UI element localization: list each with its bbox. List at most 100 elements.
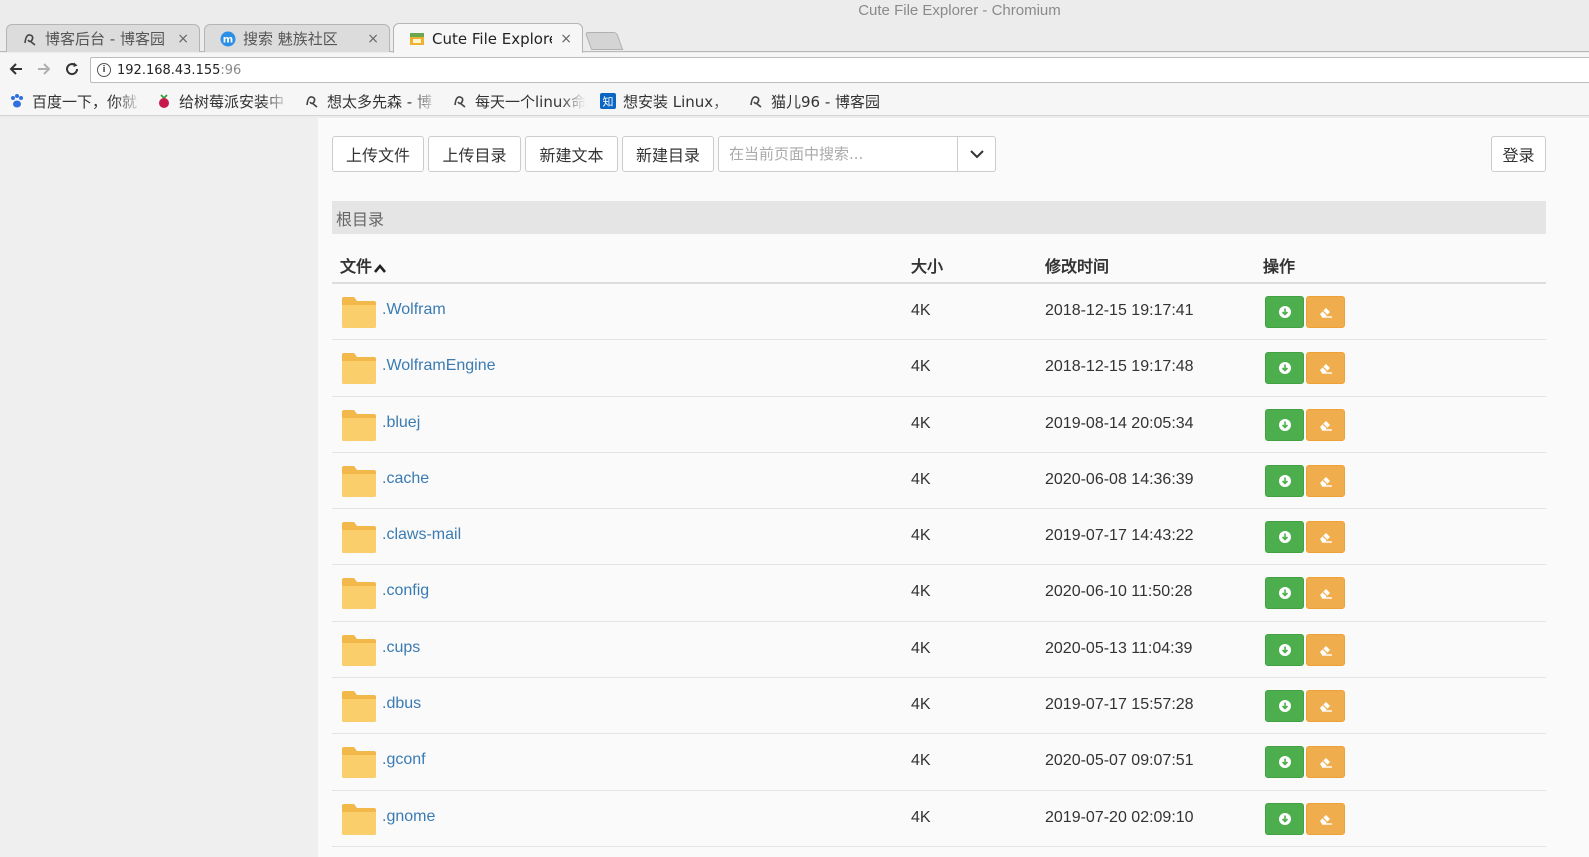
file-modified-time: 2019-08-14 20:05:34 [1045,414,1194,432]
table-row: .gnome 4K 2019-07-20 02:09:10 [332,791,1546,847]
file-size: 4K [911,583,931,601]
download-button[interactable] [1265,802,1304,835]
table-row: .Wolfram 4K 2018-12-15 19:17:41 [332,284,1546,341]
bookmark-label: 百度一下，你就 [32,92,138,111]
eraser-icon [1319,814,1332,825]
download-icon [1278,306,1291,318]
forward-button[interactable] [32,57,56,81]
new-tab-button[interactable] [584,32,624,50]
file-name-link[interactable]: .cups [382,639,420,657]
table-row: .dbus 4K 2019-07-17 15:57:28 [332,678,1546,735]
bookmark-cnblogs-2[interactable]: 每天一个linux命 [451,90,586,112]
file-size: 4K [911,414,931,432]
bookmark-zhihu[interactable]: 知 想安装 Linux， [599,90,737,112]
column-header-size[interactable]: 大小 [911,253,943,277]
rename-button[interactable] [1306,408,1345,441]
download-button[interactable] [1265,746,1304,779]
close-icon[interactable]: × [367,31,379,47]
upload-directory-button[interactable]: 上传目录 [428,136,521,172]
search-input[interactable] [718,136,958,172]
download-button[interactable] [1265,521,1304,554]
search-dropdown-button[interactable] [958,136,996,172]
rename-button[interactable] [1306,690,1345,723]
cnblogs-icon [21,30,39,48]
eraser-icon [1319,364,1332,374]
table-row: .config 4K 2020-06-10 11:50:28 [332,565,1546,622]
file-name-link[interactable]: .bluej [382,414,420,432]
rename-button[interactable] [1306,352,1345,385]
reload-button[interactable] [60,57,84,81]
rename-button[interactable] [1306,577,1345,610]
eraser-icon [1319,476,1332,487]
info-icon[interactable]: i [97,63,111,77]
login-button[interactable]: 登录 [1491,136,1546,172]
file-name-link[interactable]: .dbus [382,695,421,713]
file-modified-time: 2018-12-15 19:17:48 [1045,358,1194,376]
column-header-name[interactable]: 文件 [340,253,387,277]
file-name-link[interactable]: .Wolfram [382,301,446,319]
rename-button[interactable] [1306,296,1345,328]
bookmarks-bar: 百度一下，你就 给树莓派安装中 想太多先森 - 博 每天一个linux命 知 想… [0,86,1589,116]
tab-meizu[interactable]: m 搜索 魅族社区 × [204,24,390,52]
download-button[interactable] [1265,577,1304,610]
upload-file-button[interactable]: 上传文件 [332,136,424,172]
file-list: .Wolfram 4K 2018-12-15 19:17:41 .Wolfram… [332,284,1546,847]
file-name-link[interactable]: .config [382,582,429,600]
address-port: :96 [220,62,242,78]
download-icon [1278,700,1291,713]
file-name-link[interactable]: .gconf [382,751,426,769]
rename-button[interactable] [1306,746,1345,779]
download-button[interactable] [1265,633,1304,666]
eraser-icon [1319,645,1332,656]
bookmark-cnblogs-3[interactable]: 猫儿96 - 博客园 [747,90,907,112]
rename-button[interactable] [1306,521,1345,554]
download-button[interactable] [1265,352,1304,385]
rename-button[interactable] [1306,464,1345,497]
folder-icon [342,465,376,497]
bookmark-raspberry[interactable]: 给树莓派安装中 [155,90,290,112]
file-modified-time: 2019-07-17 14:43:22 [1045,527,1194,545]
folder-icon [342,353,376,385]
file-size: 4K [911,808,931,826]
zhihu-icon: 知 [599,92,617,110]
window-title: Cute File Explorer - Chromium [858,2,1061,19]
file-name-link[interactable]: .cache [382,470,429,488]
close-icon[interactable]: × [560,31,572,47]
folder-icon [342,803,376,835]
folder-icon [342,691,376,723]
file-size: 4K [911,752,931,770]
new-directory-button[interactable]: 新建目录 [622,136,714,172]
eraser-icon [1319,533,1332,543]
folder-icon [342,297,376,328]
back-button[interactable] [4,57,28,81]
sort-ascending-icon [374,263,387,273]
bookmark-label: 每天一个linux命 [475,92,586,111]
download-icon [1278,643,1291,656]
tab-strip: 博客后台 - 博客园 × m 搜索 魅族社区 × Cute File Explo… [0,22,1589,53]
folder-icon [342,522,376,554]
download-icon [1278,474,1291,487]
rename-button[interactable] [1306,633,1345,666]
bookmark-label: 想安装 Linux， [623,92,729,111]
bookmark-cnblogs-1[interactable]: 想太多先森 - 博 [303,90,438,112]
tab-cnblogs[interactable]: 博客后台 - 博客园 × [6,24,200,52]
browser-toolbar: i 192.168.43.155:96 [0,53,1589,86]
tab-cute-file-explorer[interactable]: Cute File Explorer × [393,23,583,53]
new-text-button[interactable]: 新建文本 [525,136,618,172]
file-name-link[interactable]: .WolframEngine [382,357,496,375]
download-button[interactable] [1265,464,1304,497]
rename-button[interactable] [1306,802,1345,835]
download-button[interactable] [1265,296,1304,328]
column-header-ops: 操作 [1263,257,1296,276]
file-modified-time: 2018-12-15 19:17:41 [1045,302,1194,319]
file-name-link[interactable]: .claws-mail [382,526,461,544]
column-header-mtime[interactable]: 修改时间 [1045,253,1109,277]
file-name-link[interactable]: .gnome [382,808,435,826]
folder-icon [342,634,376,666]
address-bar[interactable]: i 192.168.43.155:96 [90,57,1589,83]
close-icon[interactable]: × [177,31,189,47]
download-button[interactable] [1265,690,1304,723]
bookmark-baidu[interactable]: 百度一下，你就 [8,90,143,112]
breadcrumb-root[interactable]: 根目录 [336,206,384,230]
download-button[interactable] [1265,408,1304,441]
